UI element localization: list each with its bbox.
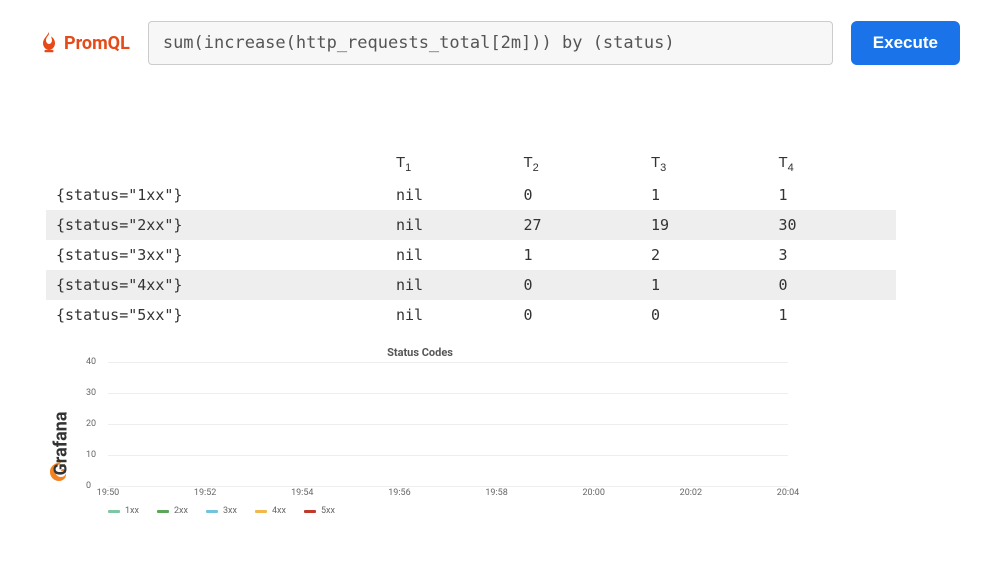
legend-item-1xx: 1xx	[108, 506, 139, 516]
cell: 1	[641, 270, 769, 300]
cell: 1	[769, 300, 897, 330]
cell: 3	[769, 240, 897, 270]
xtick: 19:50	[97, 488, 119, 498]
chart-legend: 1xx 2xx 3xx 4xx 5xx	[108, 506, 335, 516]
table-row: {status="1xx"}nil011	[46, 180, 896, 210]
legend-label: 2xx	[174, 506, 188, 516]
col-t1: T1	[386, 148, 514, 180]
chart-plot: 010203040	[108, 362, 788, 486]
row-label: {status="5xx"}	[46, 300, 386, 330]
table-row: {status="2xx"}nil271930	[46, 210, 896, 240]
xtick: 19:54	[291, 488, 313, 498]
col-t2: T2	[514, 148, 642, 180]
xtick: 20:04	[777, 488, 799, 498]
row-label: {status="4xx"}	[46, 270, 386, 300]
cell: 27	[514, 210, 642, 240]
cell: nil	[386, 210, 514, 240]
cell: 0	[769, 270, 897, 300]
chart-panel: Grafana Status Codes 010203040 19:5019:5…	[46, 346, 794, 532]
legend-label: 4xx	[272, 506, 286, 516]
legend-item-3xx: 3xx	[206, 506, 237, 516]
results-table: T1 T2 T3 T4 {status="1xx"}nil011{status=…	[46, 148, 896, 330]
cell: 1	[769, 180, 897, 210]
legend-item-5xx: 5xx	[304, 506, 335, 516]
query-input[interactable]	[148, 21, 833, 65]
chart-xaxis: 19:5019:5219:5419:5619:5820:0020:0220:04	[108, 488, 788, 502]
legend-item-4xx: 4xx	[255, 506, 286, 516]
cell: 2	[641, 240, 769, 270]
table-row: {status="5xx"}nil001	[46, 300, 896, 330]
legend-label: 3xx	[223, 506, 237, 516]
promql-logo: PromQL	[40, 32, 130, 54]
cell: 19	[641, 210, 769, 240]
cell: 0	[641, 300, 769, 330]
legend-item-2xx: 2xx	[157, 506, 188, 516]
row-label: {status="1xx"}	[46, 180, 386, 210]
ytick: 0	[86, 481, 91, 491]
chart-title: Status Codes	[387, 346, 453, 359]
prometheus-flame-icon	[40, 32, 58, 54]
col-t4: T4	[769, 148, 897, 180]
ytick: 40	[86, 357, 96, 367]
ytick: 10	[86, 450, 96, 460]
xtick: 19:56	[388, 488, 410, 498]
legend-swatch	[157, 510, 169, 513]
row-label: {status="2xx"}	[46, 210, 386, 240]
execute-button[interactable]: Execute	[851, 21, 960, 65]
table-row: {status="4xx"}nil010	[46, 270, 896, 300]
grafana-label: Grafana	[51, 412, 72, 476]
grafana-logo: Grafana	[46, 364, 76, 484]
cell: nil	[386, 240, 514, 270]
cell: nil	[386, 270, 514, 300]
cell: nil	[386, 180, 514, 210]
ytick: 30	[86, 388, 96, 398]
legend-label: 1xx	[125, 506, 139, 516]
brand-label: PromQL	[64, 33, 130, 54]
col-t3: T3	[641, 148, 769, 180]
table-row: {status="3xx"}nil123	[46, 240, 896, 270]
row-label: {status="3xx"}	[46, 240, 386, 270]
cell: nil	[386, 300, 514, 330]
col-label-empty	[46, 148, 386, 180]
legend-swatch	[255, 510, 267, 513]
xtick: 19:58	[485, 488, 507, 498]
cell: 1	[514, 240, 642, 270]
cell: 0	[514, 270, 642, 300]
legend-label: 5xx	[321, 506, 335, 516]
ytick: 20	[86, 419, 96, 429]
legend-swatch	[304, 510, 316, 513]
legend-swatch	[206, 510, 218, 513]
xtick: 20:00	[582, 488, 604, 498]
xtick: 19:52	[194, 488, 216, 498]
cell: 30	[769, 210, 897, 240]
legend-swatch	[108, 510, 120, 513]
cell: 0	[514, 300, 642, 330]
cell: 0	[514, 180, 642, 210]
xtick: 20:02	[680, 488, 702, 498]
cell: 1	[641, 180, 769, 210]
table-header-row: T1 T2 T3 T4	[46, 148, 896, 180]
header: PromQL Execute	[0, 20, 1000, 66]
